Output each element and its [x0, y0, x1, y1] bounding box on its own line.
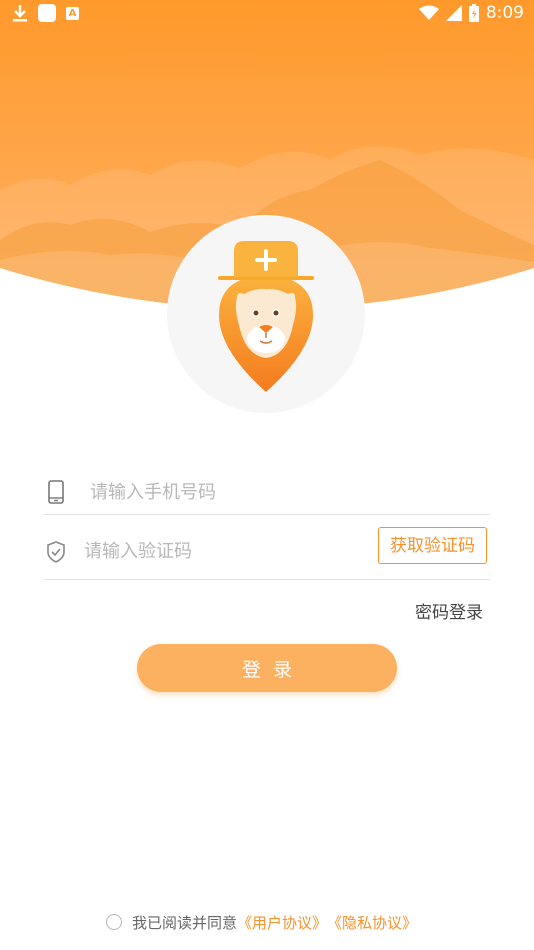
phone-icon: [48, 480, 64, 504]
phone-input[interactable]: [90, 480, 470, 504]
logo-circle: [167, 215, 365, 413]
signal-icon: [445, 5, 462, 21]
agreement-text: 我已阅读并同意: [132, 913, 238, 932]
font-icon: A: [66, 6, 79, 20]
privacy-agreement-link[interactable]: 《隐私协议》: [327, 912, 417, 933]
get-code-button[interactable]: 获取验证码: [378, 527, 487, 564]
status-bar: A 8:09: [0, 0, 534, 28]
wifi-icon: [418, 5, 439, 20]
battery-icon: [468, 4, 479, 22]
verification-code-input[interactable]: [84, 539, 364, 563]
lion-doctor-logo: [218, 241, 314, 392]
user-agreement-link[interactable]: 《用户协议》: [237, 912, 327, 933]
password-login-link[interactable]: 密码登录: [415, 598, 483, 623]
login-button[interactable]: 登录: [137, 644, 397, 692]
phone-row: [44, 466, 490, 515]
app-icon: [38, 4, 56, 22]
status-time: 8:09: [485, 3, 524, 23]
code-row: 获取验证码: [44, 524, 490, 580]
download-icon: [13, 5, 27, 22]
agreement: 我已阅读并同意 《用户协议》 《隐私协议》: [106, 911, 417, 933]
shield-icon: [47, 541, 65, 563]
agree-checkbox[interactable]: [106, 914, 122, 930]
